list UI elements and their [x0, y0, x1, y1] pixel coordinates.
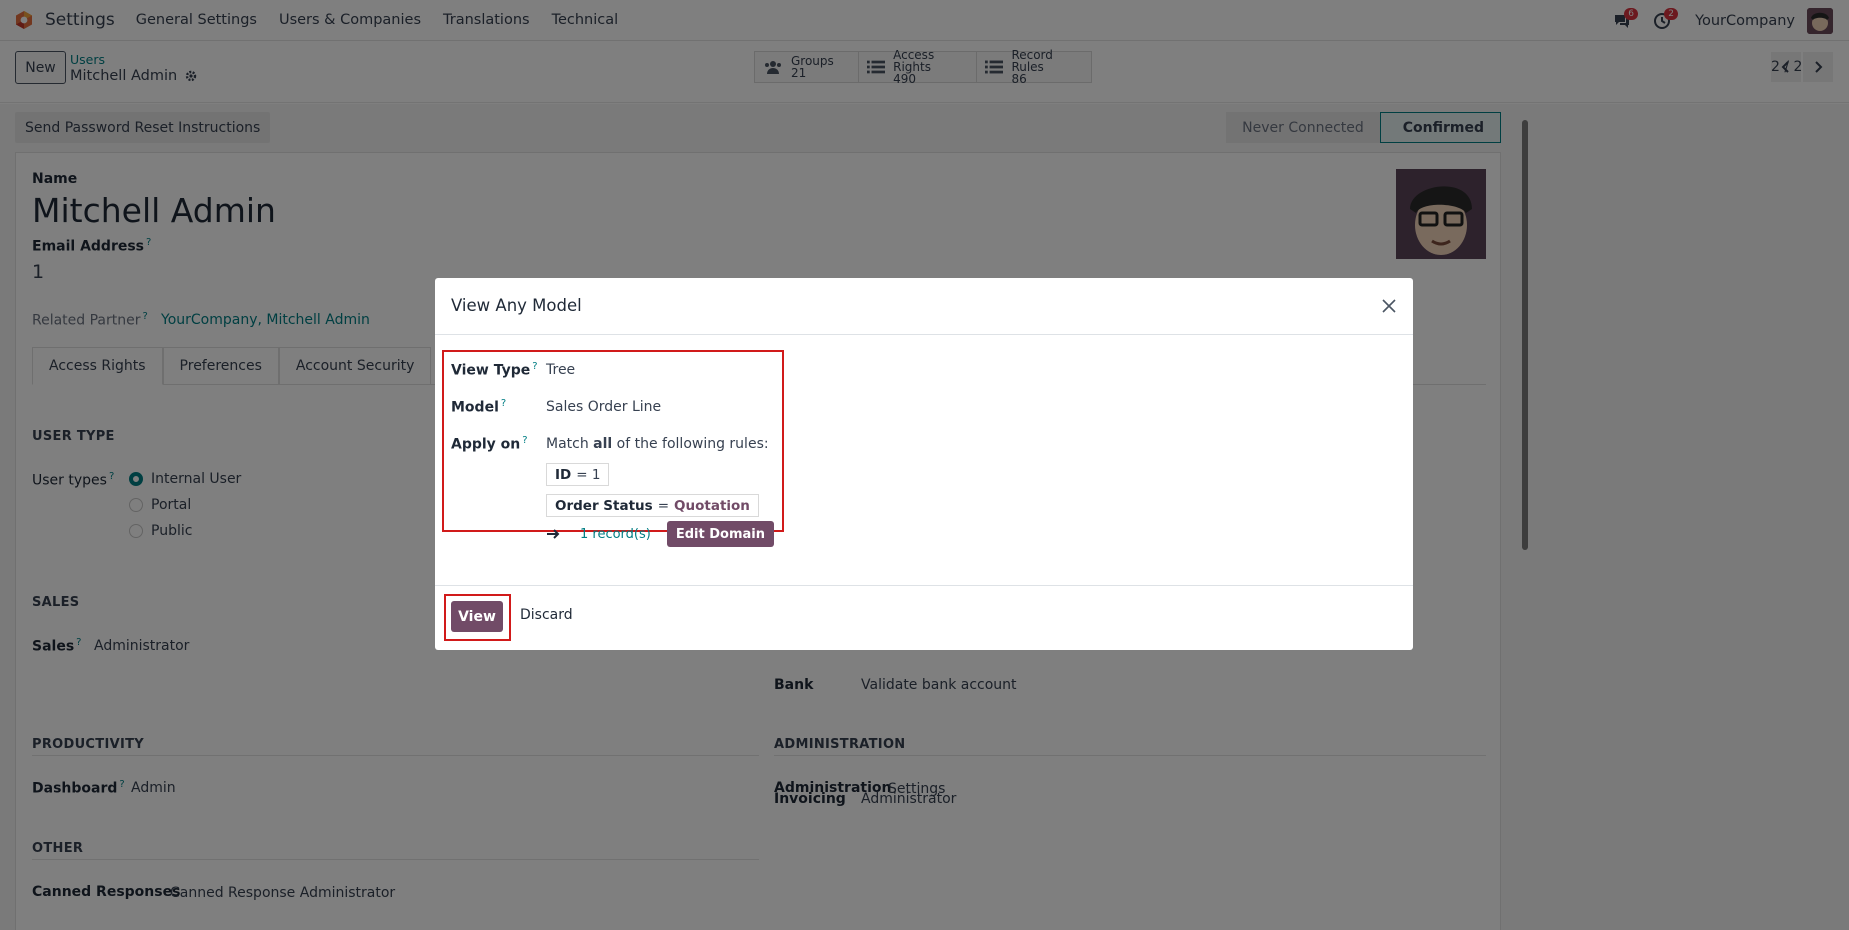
- edit-domain-button[interactable]: Edit Domain: [666, 521, 774, 547]
- domain-records-row: 1 record(s) Edit Domain: [546, 521, 774, 547]
- discard-button[interactable]: Discard: [520, 607, 573, 623]
- view-type-label: View Type?: [451, 361, 538, 379]
- modal-close-button[interactable]: [1377, 294, 1401, 318]
- view-type-label-text: View Type: [451, 362, 531, 379]
- close-icon: [1382, 299, 1396, 313]
- view-button[interactable]: View: [451, 601, 503, 632]
- arrow-right-icon: [547, 529, 560, 539]
- records-count-link[interactable]: 1 record(s): [580, 527, 651, 542]
- modal-header: View Any Model: [435, 278, 1413, 335]
- modal-title: View Any Model: [451, 296, 582, 315]
- help-icon[interactable]: ?: [532, 361, 537, 372]
- domain-rule-id[interactable]: ID = 1: [546, 463, 610, 486]
- apply-on-label-text: Apply on: [451, 436, 521, 453]
- modal-footer: View Discard: [435, 585, 1413, 650]
- help-icon[interactable]: ?: [501, 398, 506, 409]
- apply-on-label: Apply on?: [451, 435, 528, 453]
- rule-id-field: ID: [555, 466, 572, 483]
- rule-id-operator: = 1: [576, 466, 601, 483]
- match-all-selector[interactable]: all: [593, 436, 612, 452]
- rule-order-status-field: Order Status: [555, 497, 653, 514]
- help-icon[interactable]: ?: [522, 435, 527, 446]
- model-label-text: Model: [451, 399, 499, 416]
- view-any-model-dialog: View Any Model View Type? Tree Model? Sa…: [435, 278, 1413, 650]
- domain-rule-order-status[interactable]: Order Status = Quotation: [546, 494, 759, 517]
- rule-order-status-value: Quotation: [674, 497, 750, 514]
- match-suffix: of the following rules:: [616, 436, 769, 452]
- view-type-field[interactable]: Tree: [546, 362, 575, 378]
- match-prefix: Match: [546, 436, 589, 452]
- rule-order-status-operator: =: [657, 497, 670, 514]
- model-label: Model?: [451, 398, 506, 416]
- match-rules-text: Match all of the following rules:: [546, 436, 769, 452]
- model-field[interactable]: Sales Order Line: [546, 399, 661, 415]
